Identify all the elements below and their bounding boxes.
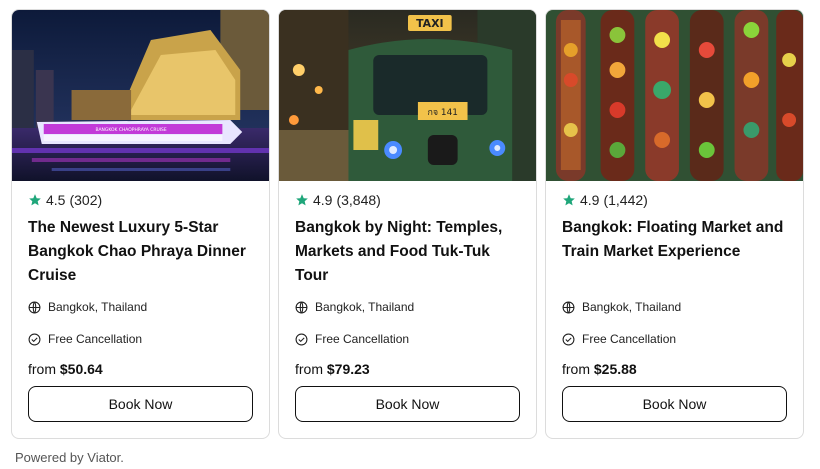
tour-cards: BANGKOK CHAOPHRAYA CRUISE 4.5 (302) The …	[11, 9, 804, 439]
globe-icon	[295, 301, 308, 313]
rating: 4.9 (3,848)	[295, 192, 381, 208]
price-prefix: from	[28, 361, 56, 377]
tour-card[interactable]: 4.9 (1,442) Bangkok: Floating Market and…	[545, 9, 804, 439]
rating-score: 4.9	[313, 192, 333, 208]
tour-photo-floating-market[interactable]	[546, 10, 803, 181]
check-circle-icon	[562, 333, 575, 345]
cancellation: Free Cancellation	[28, 332, 142, 346]
taxi-sign-text: TAXI	[416, 17, 443, 30]
tour-photo-tuk-tuk[interactable]: TAXI กจ 141	[279, 10, 536, 181]
review-count: (302)	[69, 192, 103, 208]
star-icon	[563, 194, 575, 206]
tour-title[interactable]: Bangkok by Night: Temples, Markets and F…	[295, 216, 525, 288]
price: from $25.88	[562, 361, 637, 377]
price-prefix: from	[562, 361, 590, 377]
location: Bangkok, Thailand	[295, 300, 414, 314]
tour-card[interactable]: BANGKOK CHAOPHRAYA CRUISE 4.5 (302) The …	[11, 9, 270, 439]
cancellation: Free Cancellation	[562, 332, 676, 346]
cruise-sign-text: BANGKOK CHAOPHRAYA CRUISE	[95, 127, 166, 133]
rating: 4.9 (1,442)	[562, 192, 648, 208]
cancellation-text: Free Cancellation	[48, 332, 143, 346]
star-icon	[29, 194, 41, 206]
location: Bangkok, Thailand	[562, 300, 681, 314]
cancellation-text: Free Cancellation	[582, 332, 677, 346]
globe-icon	[28, 301, 41, 313]
location-text: Bangkok, Thailand	[582, 300, 682, 314]
cancellation-text: Free Cancellation	[315, 332, 410, 346]
tour-card[interactable]: TAXI กจ 141 4.9 (3,848) Bangkok by Night…	[278, 9, 537, 439]
rating: 4.5 (302)	[28, 192, 102, 208]
price: from $79.23	[295, 361, 370, 377]
location-text: Bangkok, Thailand	[315, 300, 415, 314]
check-circle-icon	[295, 333, 308, 345]
tour-title[interactable]: Bangkok: Floating Market and Train Marke…	[562, 216, 792, 264]
price-amount: $25.88	[593, 361, 637, 377]
cancellation: Free Cancellation	[295, 332, 409, 346]
location-text: Bangkok, Thailand	[48, 300, 148, 314]
price-amount: $79.23	[326, 361, 370, 377]
location: Bangkok, Thailand	[28, 300, 147, 314]
book-now-button[interactable]: Book Now	[295, 386, 520, 422]
book-now-button[interactable]: Book Now	[562, 386, 787, 422]
rating-score: 4.5	[46, 192, 66, 208]
review-count: (3,848)	[336, 192, 381, 208]
rating-score: 4.9	[580, 192, 600, 208]
price-amount: $50.64	[59, 361, 103, 377]
tour-photo-dinner-cruise[interactable]: BANGKOK CHAOPHRAYA CRUISE	[12, 10, 269, 181]
price-prefix: from	[295, 361, 323, 377]
powered-by-footer: Powered by Viator.	[15, 450, 124, 465]
plate-text: กจ 141	[427, 108, 457, 118]
book-now-button[interactable]: Book Now	[28, 386, 253, 422]
review-count: (1,442)	[603, 192, 648, 208]
star-icon	[296, 194, 308, 206]
tour-title[interactable]: The Newest Luxury 5-Star Bangkok Chao Ph…	[28, 216, 258, 288]
check-circle-icon	[28, 333, 41, 345]
price: from $50.64	[28, 361, 103, 377]
globe-icon	[562, 301, 575, 313]
